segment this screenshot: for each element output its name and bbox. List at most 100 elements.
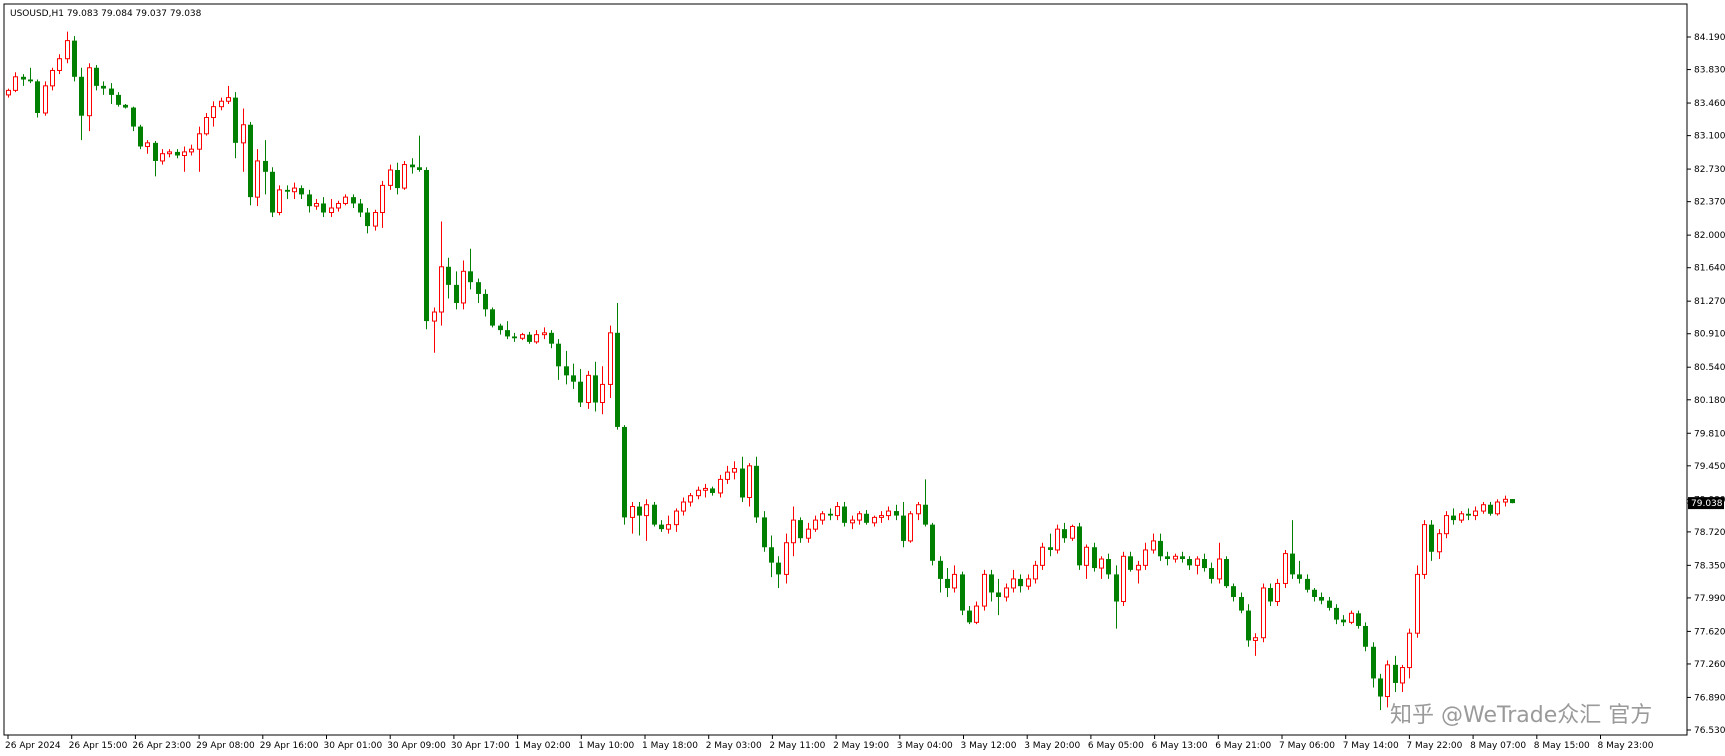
candle-body — [1473, 510, 1478, 517]
candle-body — [1437, 533, 1442, 553]
candle-body — [476, 282, 481, 294]
candle-body — [241, 124, 246, 144]
candle-body — [608, 332, 613, 385]
candle-body — [417, 167, 422, 170]
candle-body — [615, 332, 620, 427]
candle — [270, 167, 275, 218]
candle-body — [1121, 555, 1126, 603]
x-tick-label: 3 May 04:00 — [897, 741, 953, 751]
candle-body — [1510, 499, 1515, 504]
candle — [1070, 524, 1075, 541]
candle-body — [571, 375, 576, 382]
candle-body — [923, 504, 928, 525]
candle — [424, 167, 429, 330]
candle-body — [189, 148, 194, 153]
candle-body — [1143, 549, 1148, 566]
candle-body — [461, 270, 466, 304]
y-tick-label: 81.640 — [1694, 264, 1725, 274]
candle-body — [1239, 597, 1244, 611]
x-tick-label: 2 May 11:00 — [769, 741, 825, 751]
x-tick-label: 2 May 03:00 — [706, 741, 762, 751]
candle — [930, 522, 935, 566]
candle-body — [432, 311, 437, 322]
candle — [1415, 565, 1420, 638]
x-tick-label: 3 May 20:00 — [1024, 741, 1080, 751]
candle-body — [454, 284, 459, 303]
candle — [1275, 578, 1280, 607]
x-tick-label: 29 Apr 08:00 — [196, 741, 255, 751]
candle-body — [798, 520, 803, 539]
candle-body — [872, 516, 877, 524]
candle-body — [285, 189, 290, 192]
candle-body — [1429, 524, 1434, 552]
candle — [1246, 604, 1251, 647]
candle-body — [828, 513, 833, 516]
candle-body — [696, 489, 701, 497]
watermark: 知乎 @WeTrade众汇 官方 — [1390, 703, 1652, 728]
candle-body — [762, 517, 767, 548]
candle-body — [1312, 589, 1317, 598]
candle-body — [996, 592, 1001, 598]
candle-body — [806, 528, 811, 539]
candle-body — [1297, 574, 1302, 579]
y-tick-label: 80.180 — [1694, 396, 1725, 406]
y-tick-label: 81.270 — [1694, 297, 1725, 307]
x-tick-label: 2 May 19:00 — [833, 741, 889, 751]
candle — [982, 569, 987, 611]
candle — [1510, 498, 1515, 504]
candle-body — [1334, 607, 1339, 620]
candle-body — [204, 117, 209, 135]
candle-body — [982, 573, 987, 607]
x-tick-label: 3 May 12:00 — [961, 741, 1017, 751]
candle-body — [94, 67, 99, 86]
candle — [652, 502, 657, 527]
candle-body — [725, 471, 730, 480]
y-tick-label: 83.100 — [1694, 132, 1725, 142]
candle-body — [1217, 558, 1222, 580]
candle-body — [886, 510, 891, 517]
candle-body — [659, 524, 664, 530]
price-axis: 84.190 83.830 83.460 83.100 82.730 82.370 82.0… — [1687, 33, 1725, 736]
candle-body — [1283, 553, 1288, 584]
x-tick-label: 7 May 06:00 — [1279, 741, 1335, 751]
candle — [1422, 520, 1427, 579]
candle-body — [446, 266, 451, 285]
candle-body — [79, 76, 84, 116]
candle-body — [901, 515, 906, 541]
candle-body — [908, 513, 913, 542]
candle-body — [380, 184, 385, 214]
x-tick-label: 8 May 07:00 — [1470, 741, 1526, 751]
candle-body — [1026, 578, 1031, 587]
candle-body — [864, 513, 869, 523]
candle-body — [1451, 515, 1456, 521]
candle-body — [960, 574, 965, 611]
candle-body — [666, 524, 671, 530]
candle-body — [505, 330, 510, 337]
candle-body — [263, 160, 268, 172]
candle-body — [1253, 637, 1258, 641]
last-price-tag: 79.038 — [1688, 497, 1724, 510]
candle-body — [916, 504, 921, 515]
candle-body — [1055, 528, 1060, 551]
y-tick-label: 80.910 — [1694, 330, 1725, 340]
candle-body — [1136, 564, 1141, 571]
candle-body — [277, 189, 282, 214]
y-tick-label: 82.370 — [1694, 198, 1725, 208]
candle — [490, 307, 495, 328]
candle-body — [307, 194, 312, 207]
y-tick-label: 83.830 — [1694, 66, 1725, 76]
candle-body — [343, 196, 348, 204]
candle-body — [1084, 546, 1089, 566]
candle-body — [930, 524, 935, 561]
x-tick-label: 7 May 14:00 — [1343, 741, 1399, 751]
candle-body — [1224, 559, 1229, 587]
candle — [277, 185, 282, 216]
candle-body — [109, 88, 114, 95]
candle-body — [1371, 646, 1376, 679]
candle-body — [820, 513, 825, 521]
y-tick-label: 82.730 — [1694, 165, 1725, 175]
x-tick-label: 26 Apr 2024 — [5, 741, 61, 751]
price-chart: 84.190 83.830 83.460 83.100 82.730 82.370 82.0… — [3, 3, 1725, 751]
candle — [1283, 549, 1288, 588]
candle-body — [1400, 667, 1405, 684]
